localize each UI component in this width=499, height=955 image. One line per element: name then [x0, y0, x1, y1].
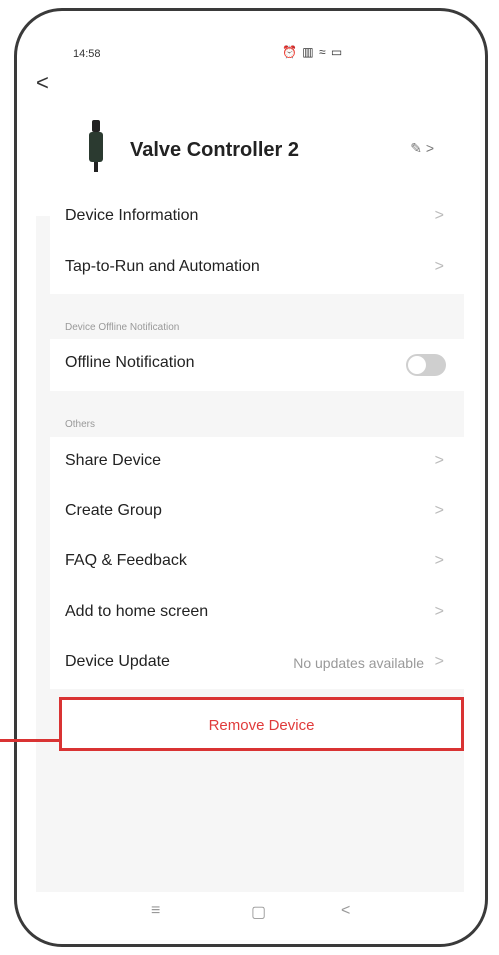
- row-label: Device Information: [65, 207, 199, 224]
- faq-feedback-row[interactable]: FAQ & Feedback >: [50, 537, 464, 587]
- device-update-row[interactable]: Device Update No updates available >: [50, 638, 464, 688]
- status-time: 14:58: [73, 48, 101, 60]
- status-icons: ⏰ ▥ ≈ ▭: [282, 45, 344, 59]
- back-chevron-icon[interactable]: <: [36, 70, 49, 96]
- row-label: Share Device: [65, 452, 162, 469]
- offline-notification-toggle[interactable]: [406, 354, 446, 376]
- toggle-knob: [408, 356, 426, 374]
- row-label: Create Group: [65, 502, 162, 519]
- row-label: Tap-to-Run and Automation: [65, 258, 260, 275]
- others-section-header: Others: [65, 419, 96, 430]
- android-nav-bar: ≡ ▢ <: [36, 892, 464, 930]
- chevron-right-icon: >: [434, 207, 444, 224]
- chevron-right-icon: >: [434, 502, 444, 519]
- home-icon[interactable]: ▢: [251, 902, 266, 922]
- update-status-value: No updates available: [293, 655, 424, 671]
- chevron-right-icon: >: [434, 653, 444, 670]
- menu-icon[interactable]: ≡: [151, 902, 160, 920]
- remove-device-label: Remove Device: [208, 717, 315, 734]
- remove-device-button[interactable]: Remove Device: [59, 697, 464, 751]
- offline-notification-row: Offline Notification: [50, 339, 464, 389]
- callout-line: [0, 739, 60, 742]
- tap-to-run-automation-row[interactable]: Tap-to-Run and Automation >: [50, 243, 464, 293]
- chevron-right-icon: >: [434, 452, 444, 469]
- device-name: Valve Controller 2: [130, 139, 299, 161]
- chevron-right-icon: >: [434, 552, 444, 569]
- device-settings-section: Device Information > Tap-to-Run and Auto…: [50, 192, 464, 294]
- row-label: Device Update: [65, 653, 170, 670]
- others-section: Share Device > Create Group > FAQ & Feed…: [50, 437, 464, 689]
- offline-section-header: Device Offline Notification: [65, 322, 180, 333]
- back-icon[interactable]: <: [341, 902, 350, 920]
- row-label: Offline Notification: [65, 354, 195, 371]
- status-bar: 14:58 ⏰ ▥ ≈ ▭: [36, 24, 464, 70]
- create-group-row[interactable]: Create Group >: [50, 487, 464, 537]
- row-label: Add to home screen: [65, 603, 209, 620]
- row-label: FAQ & Feedback: [65, 552, 187, 569]
- device-information-row[interactable]: Device Information >: [50, 192, 464, 242]
- chevron-right-icon: >: [434, 258, 444, 275]
- chevron-right-icon: >: [434, 603, 444, 620]
- share-device-row[interactable]: Share Device >: [50, 437, 464, 487]
- edit-device-name-button[interactable]: ✎ >: [410, 140, 434, 157]
- offline-section: Offline Notification: [50, 339, 464, 391]
- add-to-home-screen-row[interactable]: Add to home screen >: [50, 588, 464, 638]
- valve-controller-device-icon: [89, 120, 103, 172]
